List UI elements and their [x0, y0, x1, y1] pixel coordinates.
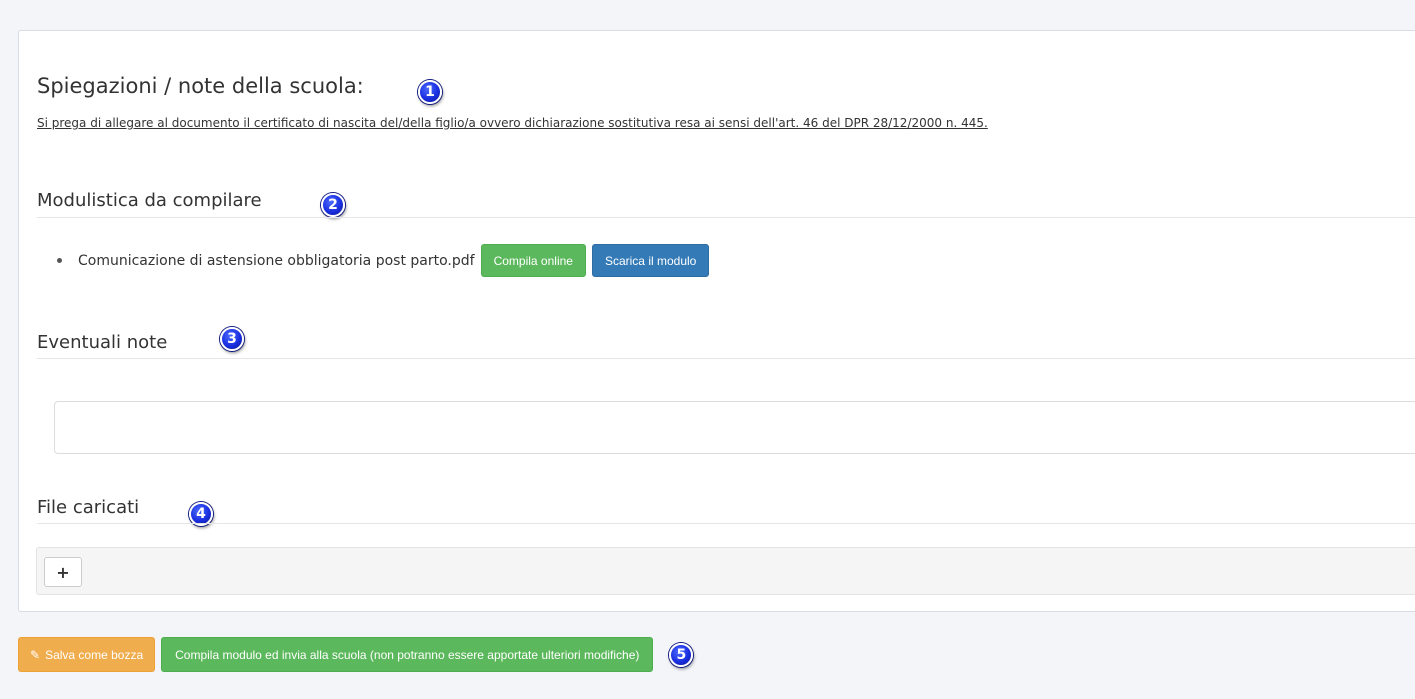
edit-icon: ✎	[30, 647, 41, 662]
uploads-divider	[37, 523, 1415, 524]
action-bar: ✎ Salva come bozza Compila modulo ed inv…	[18, 637, 694, 672]
add-file-button[interactable]: +	[44, 557, 82, 587]
save-draft-button[interactable]: ✎ Salva come bozza	[18, 637, 156, 672]
form-filename: Comunicazione di astensione obbligatoria…	[78, 252, 475, 269]
form-list-item: Comunicazione di astensione obbligatoria…	[57, 244, 710, 277]
callout-marker-5: 5	[669, 642, 694, 667]
notes-divider	[37, 358, 1415, 359]
forms-divider	[37, 217, 1415, 218]
notes-heading: Eventuali note	[37, 332, 168, 353]
callout-marker-2: 2	[321, 193, 345, 217]
school-notes-text[interactable]: Si prega di allegare al documento il cer…	[37, 116, 988, 130]
callout-marker-3: 3	[220, 327, 244, 351]
uploaded-files-box: +	[36, 547, 1415, 595]
submit-button[interactable]: Compila modulo ed invia alla scuola (non…	[161, 637, 654, 672]
fill-online-button[interactable]: Compila online	[480, 244, 586, 277]
notes-textarea[interactable]	[54, 401, 1415, 454]
callout-marker-1: 1	[418, 80, 442, 104]
bullet	[57, 258, 62, 263]
school-notes-title: Spiegazioni / note della scuola:	[37, 74, 364, 98]
download-form-button[interactable]: Scarica il modulo	[591, 244, 710, 277]
uploads-heading: File caricati	[37, 497, 140, 518]
forms-heading: Modulistica da compilare	[37, 190, 262, 211]
save-draft-label: Salva come bozza	[45, 647, 144, 662]
request-panel: Spiegazioni / note della scuola: 1 Si pr…	[18, 30, 1415, 612]
plus-icon: +	[56, 562, 70, 582]
